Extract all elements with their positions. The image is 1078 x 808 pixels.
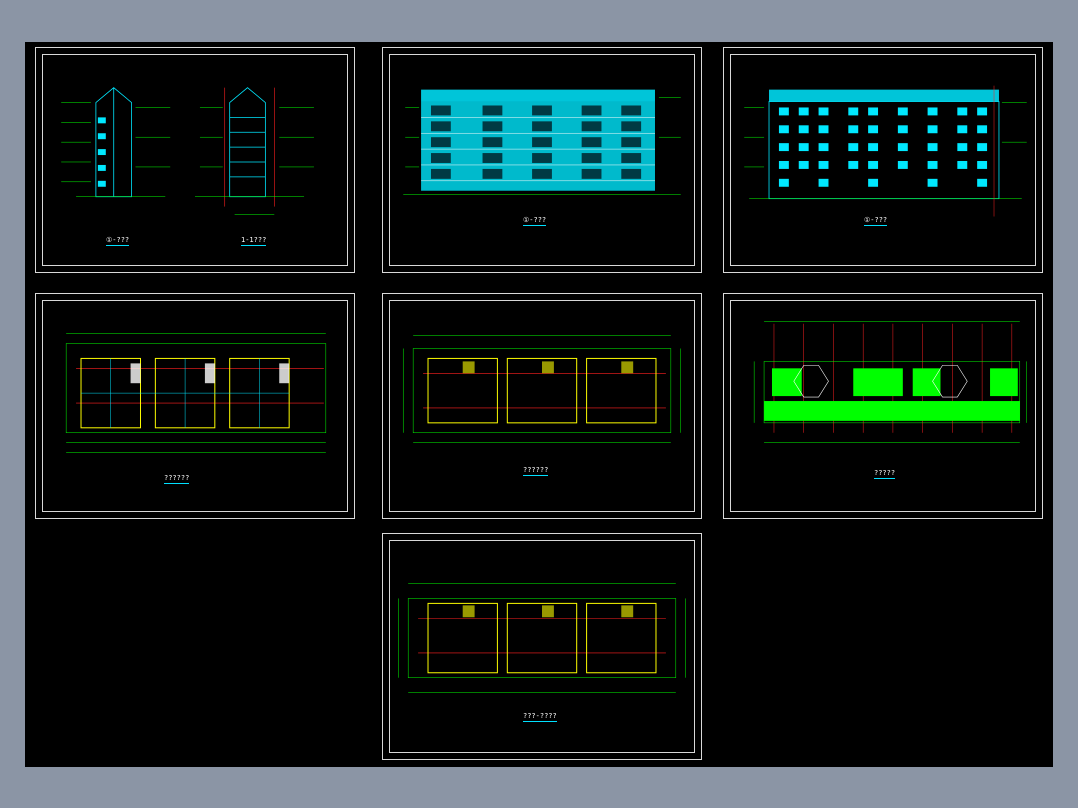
- sheet-title: ①-???: [864, 216, 888, 226]
- sheet-roof-plan[interactable]: ?????: [723, 293, 1043, 519]
- floor-plan-drawing: [65, 333, 327, 453]
- roof-plan-drawing: [753, 321, 1027, 443]
- floor-plan-drawing: [398, 583, 686, 693]
- sheet-title: ???-????: [523, 712, 557, 722]
- section-drawings: [61, 87, 314, 215]
- sheet-title: ①-???: [523, 216, 547, 226]
- sheet-sections[interactable]: ①-??? 1-1???: [35, 47, 355, 273]
- sheet-title: ??????: [164, 474, 190, 484]
- sheet-floor-plan-1[interactable]: ??????: [35, 293, 355, 519]
- sheet-floor-plan-2[interactable]: ??????: [382, 293, 702, 519]
- floor-plan-drawing: [402, 335, 682, 443]
- front-elevation-drawing: [403, 89, 681, 195]
- sheet-rear-elevation[interactable]: ①-???: [723, 47, 1043, 273]
- sheet-front-elevation[interactable]: ①-???: [382, 47, 702, 273]
- rear-elevation-drawing: [744, 85, 1027, 217]
- sheet-title: 1-1???: [241, 236, 267, 246]
- sheet-floor-plan-3[interactable]: ???-????: [382, 533, 702, 760]
- drawing-canvas[interactable]: ①-??? 1-1??? ①-??? ①-??? ?????? ?????? ?…: [25, 42, 1053, 767]
- sheet-title: ??????: [523, 466, 549, 476]
- sheet-title: ?????: [874, 469, 896, 479]
- sheet-title: ①-???: [106, 236, 130, 246]
